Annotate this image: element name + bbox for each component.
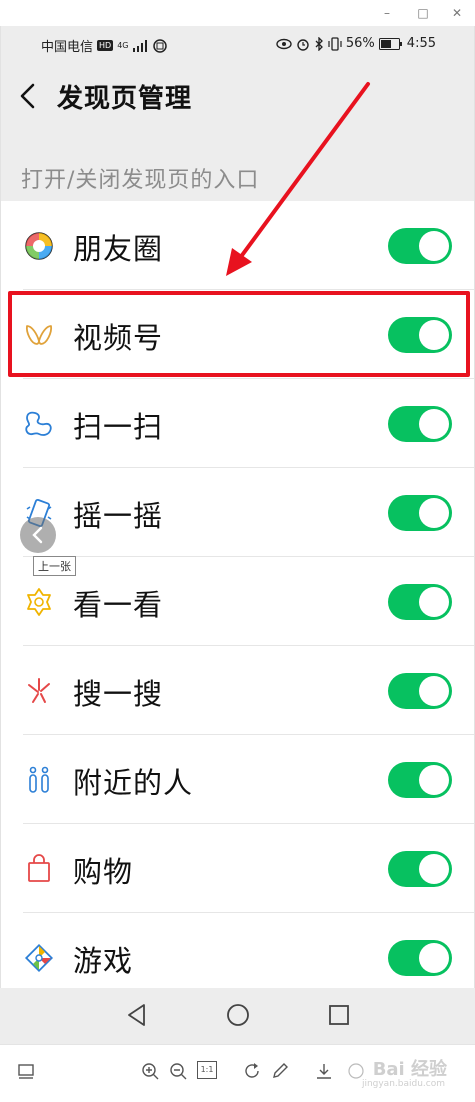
chevron-left-icon	[32, 526, 43, 544]
item-label: 扫一扫	[73, 410, 164, 444]
battery-icon	[378, 37, 402, 50]
watermark-url: jingyan.baidu.com	[361, 1079, 445, 1089]
top-stories-icon	[27, 588, 51, 616]
shake-toggle[interactable]	[388, 495, 452, 531]
bluetooth-icon	[315, 36, 323, 51]
people-nearby-toggle[interactable]	[388, 762, 452, 798]
section-header: 打开/关闭发现页的入口	[1, 128, 474, 201]
shopping-toggle[interactable]	[388, 851, 452, 887]
navigation-bar: 发现页管理	[1, 64, 474, 128]
item-label: 搜一搜	[73, 677, 164, 711]
download-icon[interactable]	[314, 1061, 334, 1081]
section-label: 打开/关闭发现页的入口	[21, 168, 260, 193]
list-item-games[interactable]: 游戏	[1, 913, 474, 988]
people-nearby-icon	[29, 766, 49, 793]
toggle-knob	[419, 854, 449, 884]
shopping-bag-icon	[28, 854, 50, 882]
toggle-knob	[419, 498, 449, 528]
scan-icon	[25, 411, 52, 436]
network-label: 4G	[117, 40, 129, 50]
item-label: 摇一摇	[73, 499, 164, 533]
list-item-search[interactable]: 搜一搜	[1, 646, 474, 735]
scan-toggle[interactable]	[388, 406, 452, 442]
toggle-knob	[419, 587, 449, 617]
viewer-titlebar: – □ ✕	[0, 0, 475, 26]
list-item-channels[interactable]: 视频号	[1, 290, 474, 379]
eye-comfort-icon	[276, 38, 292, 49]
status-bar: 中国电信 HD 4G 56% 4:55	[1, 26, 474, 64]
toggle-knob	[419, 676, 449, 706]
list-item-moments[interactable]: 朋友圈	[1, 201, 474, 290]
list-item-people-nearby[interactable]: 附近的人	[1, 735, 474, 824]
watermark: Bai 经验	[372, 1059, 447, 1080]
toggle-knob	[419, 943, 449, 973]
nfc-icon	[152, 38, 167, 53]
back-arrow-icon[interactable]	[17, 82, 41, 110]
battery-percent: 56%	[345, 36, 375, 51]
signal-icon	[132, 39, 147, 52]
previous-image-button[interactable]	[20, 517, 56, 553]
item-label: 附近的人	[73, 766, 194, 800]
vibrate-icon	[328, 36, 342, 51]
toggle-knob	[419, 765, 449, 795]
hd-badge: HD	[97, 40, 114, 51]
item-label: 看一看	[73, 588, 164, 622]
games-toggle[interactable]	[388, 940, 452, 976]
actual-size-button[interactable]: 1:1	[197, 1061, 217, 1079]
item-label: 游戏	[73, 944, 134, 978]
image-viewer-window: – □ ✕ 中国电信 HD 4G 56% 4:55 发现页管理 打开/关闭发现页…	[0, 0, 475, 1102]
item-label: 视频号	[73, 321, 164, 355]
toggle-knob	[419, 320, 449, 350]
channels-toggle[interactable]	[388, 317, 452, 353]
thumbnail-icon[interactable]	[16, 1061, 36, 1081]
discover-entry-list: 朋友圈 视频号 扫一扫 摇一摇 看一看 搜一搜 附近的人 购物 游戏	[1, 201, 474, 988]
moments-toggle[interactable]	[388, 228, 452, 264]
toggle-knob	[419, 409, 449, 439]
item-label: 购物	[73, 855, 134, 889]
clock: 4:55	[406, 36, 436, 51]
system-navigation-bar	[0, 988, 475, 1044]
moments-icon	[25, 232, 53, 260]
back-triangle-icon[interactable]	[124, 1002, 150, 1028]
previous-image-tooltip: 上一张	[33, 556, 76, 576]
item-label: 朋友圈	[73, 232, 164, 266]
search-icon	[28, 678, 50, 703]
rotate-icon[interactable]	[242, 1061, 262, 1081]
recents-square-icon[interactable]	[326, 1002, 352, 1028]
list-item-shopping[interactable]: 购物	[1, 824, 474, 913]
pencil-icon[interactable]	[270, 1061, 290, 1081]
home-circle-icon[interactable]	[225, 1002, 251, 1028]
carrier-label: 中国电信	[41, 40, 94, 55]
toggle-knob	[419, 231, 449, 261]
zoom-in-icon[interactable]	[140, 1061, 160, 1081]
page-title: 发现页管理	[57, 84, 193, 114]
list-item-scan[interactable]: 扫一扫	[1, 379, 474, 468]
games-icon	[24, 943, 54, 973]
minimize-button[interactable]: –	[378, 4, 396, 22]
more-icon[interactable]	[346, 1061, 366, 1081]
phone-screenshot: 中国电信 HD 4G 56% 4:55 发现页管理 打开/关闭发现页的入口 朋友…	[0, 26, 475, 988]
zoom-out-icon[interactable]	[168, 1061, 188, 1081]
viewer-toolbar: 1:1 Bai 经验 jingyan.baidu.com	[0, 1044, 475, 1102]
close-button[interactable]: ✕	[448, 4, 466, 22]
top-stories-toggle[interactable]	[388, 584, 452, 620]
channels-icon	[25, 325, 53, 345]
search-toggle[interactable]	[388, 673, 452, 709]
alarm-icon	[297, 38, 309, 51]
list-item-shake[interactable]: 摇一摇	[1, 468, 474, 557]
maximize-button[interactable]: □	[414, 4, 432, 22]
